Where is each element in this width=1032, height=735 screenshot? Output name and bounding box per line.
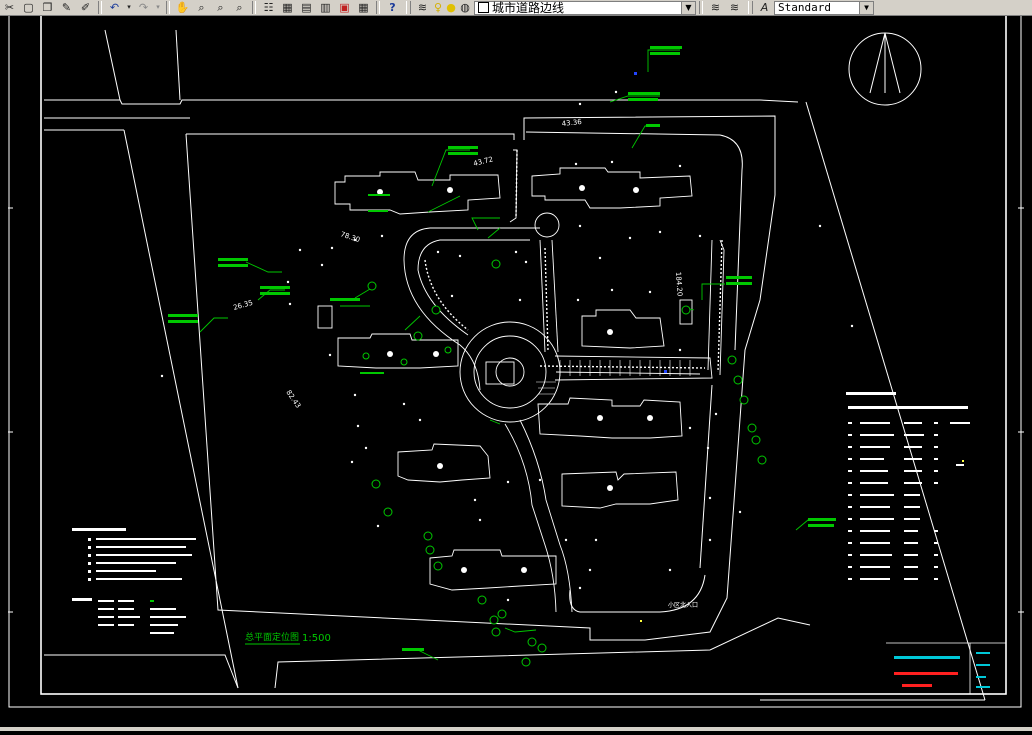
text-style-name: Standard: [778, 1, 831, 14]
zoom-tools: ✋ ⌕ ⌕ ⌕: [173, 0, 249, 16]
site-plan-drawing: 43.36 43.72 78.30 26.35 82.43 184.20 小区北…: [8, 10, 1024, 708]
tool-palettes-icon[interactable]: ▤: [297, 0, 316, 15]
internal-roads: [403, 149, 725, 613]
economic-indicators-table: [846, 392, 970, 580]
drawing-title-text: 总平面定位图: [245, 631, 299, 643]
lock-icon[interactable]: ◍: [458, 0, 472, 15]
small-structure: [485, 361, 515, 385]
trees-and-marks: [160, 90, 854, 602]
separator: [699, 1, 703, 14]
building: [531, 167, 693, 209]
standard-toolbar: ✂ ▢ ❐ ✎ ✐ ↶ ▾ ↷ ▾ ✋ ⌕ ⌕ ⌕ ☷ ▦ ▤ ▥ ▣ ▦ ? …: [0, 0, 1032, 16]
dim-label: 78.30: [339, 230, 361, 244]
paint-icon[interactable]: ✐: [76, 0, 95, 15]
layer-color-swatch: [478, 2, 489, 13]
drawing-scale: 1:500: [302, 633, 331, 644]
dim-label: 82.43: [284, 389, 302, 410]
text-style-dropdown[interactable]: Standard ▼: [774, 0, 874, 15]
properties-icon[interactable]: ☷: [259, 0, 278, 15]
calculator-icon[interactable]: ▦: [354, 0, 373, 15]
road-centerline-dashed: [424, 149, 723, 373]
design-notes-block: [72, 528, 196, 634]
chevron-down-icon[interactable]: ▼: [681, 1, 695, 14]
separator: [252, 1, 256, 14]
toolbar-grip[interactable]: [406, 1, 411, 14]
status-bar: [0, 727, 1032, 731]
separator: [376, 1, 380, 14]
separator: [98, 1, 102, 14]
cut-icon[interactable]: ✂: [0, 0, 19, 15]
building: [334, 171, 501, 215]
dim-label: 184.20: [674, 272, 684, 297]
yellow-marks: [640, 460, 964, 622]
zoom-realtime-icon[interactable]: ⌕: [192, 0, 211, 15]
palette-tools: ☷ ▦ ▤ ▥ ▣ ▦: [259, 0, 373, 16]
fire-hydrant-markers: [362, 259, 767, 667]
redo-dropdown-icon[interactable]: ▾: [153, 0, 163, 15]
layer-previous-icon[interactable]: ≋: [725, 0, 744, 15]
text-style-icon[interactable]: A: [755, 0, 774, 15]
layer-state-tools: ≋ ≋: [706, 0, 744, 16]
drawing-frame: [8, 10, 1024, 708]
dimension-labels: 43.36 43.72 78.30 26.35 82.43 184.20 小区北…: [232, 118, 698, 609]
new-icon[interactable]: ▢: [19, 0, 38, 15]
pan-icon[interactable]: ✋: [173, 0, 192, 15]
markup-icon[interactable]: ▣: [335, 0, 354, 15]
layer-manager-icon[interactable]: ≋: [413, 0, 432, 15]
match-layer-icon[interactable]: ≋: [706, 0, 725, 15]
legend-green-mark: [150, 600, 154, 602]
pencil-icon[interactable]: ✎: [57, 0, 76, 15]
building: [581, 309, 665, 349]
callout-leaders: [199, 49, 830, 661]
chevron-down-icon[interactable]: ▼: [859, 1, 873, 14]
toolbar-grip[interactable]: [748, 1, 753, 14]
dim-label: 43.72: [473, 155, 494, 168]
road-lines: [44, 29, 986, 701]
dim-label: 43.36: [561, 118, 582, 128]
separator: [166, 1, 170, 14]
zoom-window-icon[interactable]: ⌕: [211, 0, 230, 15]
building: [397, 443, 491, 483]
help-icon[interactable]: ?: [383, 0, 402, 15]
undo-icon[interactable]: ↶: [105, 0, 124, 15]
open-icon[interactable]: ❐: [38, 0, 57, 15]
undo-tools: ↶ ▾ ↷ ▾: [105, 0, 163, 16]
redo-icon[interactable]: ↷: [134, 0, 153, 15]
file-tools: ✂ ▢ ❐ ✎ ✐: [0, 0, 95, 16]
callout-text-green: [168, 46, 836, 651]
zoom-previous-icon[interactable]: ⌕: [230, 0, 249, 15]
drawing-title: 总平面定位图 1:500: [245, 631, 331, 645]
design-center-icon[interactable]: ▦: [278, 0, 297, 15]
drawing-canvas[interactable]: 43.36 43.72 78.30 26.35 82.43 184.20 小区北…: [0, 10, 1032, 731]
title-block: [886, 642, 1006, 694]
building: [429, 549, 557, 591]
sun-icon[interactable]: ●: [444, 0, 458, 15]
entrance-label: 小区北入口: [668, 601, 698, 609]
layer-dropdown[interactable]: 城市道路边线 ▼: [474, 0, 696, 15]
sheet-set-icon[interactable]: ▥: [316, 0, 335, 15]
dim-label: 26.35: [232, 299, 253, 312]
style-tools: A Standard ▼: [755, 0, 874, 16]
building: [337, 333, 459, 369]
building: [561, 471, 679, 509]
lightbulb-icon[interactable]: ♀: [432, 0, 444, 15]
layer-name: 城市道路边线: [492, 1, 565, 15]
building: [537, 397, 683, 439]
undo-dropdown-icon[interactable]: ▾: [124, 0, 134, 15]
north-arrow-icon: [848, 32, 922, 106]
layer-tools: ≋ ♀ ● ◍ 城市道路边线 ▼: [413, 0, 696, 16]
small-structure: [317, 305, 333, 329]
